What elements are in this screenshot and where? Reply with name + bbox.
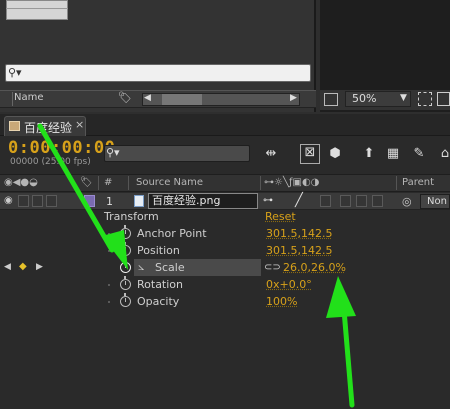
search-icon[interactable]: ⚲▾ <box>106 146 120 159</box>
layer-number: 1 <box>106 195 113 208</box>
opacity-label: Opacity <box>137 295 180 308</box>
tree-dot <box>108 250 110 252</box>
grid-guide-icon[interactable] <box>437 92 450 106</box>
magnification-icon[interactable] <box>324 93 338 106</box>
current-time-display[interactable]: 0:00:00:00 <box>8 138 115 158</box>
label-icon: 🏷 <box>80 177 93 188</box>
frame-blend-switch[interactable] <box>340 195 351 207</box>
rotation-label: Rotation <box>137 278 184 291</box>
transform-group-label[interactable]: Transform <box>104 210 159 223</box>
mini-flowchart-icon[interactable]: ⇹ <box>262 146 280 162</box>
column-divider <box>260 176 261 190</box>
stopwatch-icon[interactable] <box>120 225 131 239</box>
column-divider <box>98 176 99 190</box>
next-keyframe-icon[interactable]: ▶ <box>36 262 43 272</box>
motion-blur-icon[interactable]: ▦ <box>384 146 402 162</box>
number-column-header[interactable]: # <box>104 177 112 188</box>
position-value[interactable]: 301.5,142.5 <box>266 244 332 257</box>
column-divider <box>396 176 397 190</box>
collapse-switch-icon[interactable]: ⊶ <box>263 195 273 206</box>
tab-label: 百度经验 <box>24 121 73 135</box>
anchor-point-label: Anchor Point <box>137 227 207 240</box>
name-column-header[interactable]: Name <box>14 92 44 103</box>
frame-info: 00000 (25.00 fps) <box>10 157 91 167</box>
scale-label: Scale <box>155 261 185 274</box>
stopwatch-icon[interactable] <box>120 293 131 307</box>
frame-blending-icon[interactable]: ⬆ <box>360 146 378 162</box>
parent-select[interactable]: Non <box>420 194 450 209</box>
scale-value[interactable]: 26.0,26.0% <box>283 261 346 274</box>
image-file-icon <box>134 195 144 207</box>
eye-icon[interactable]: ◉ <box>4 195 13 206</box>
scrollbar-thumb[interactable] <box>162 94 202 105</box>
scale-row-highlight <box>134 259 261 276</box>
constrain-proportions-icon[interactable]: ⊂⊃ <box>264 262 281 273</box>
quality-switch-icon[interactable]: ╱ <box>295 193 303 208</box>
brainstorm-icon[interactable]: ✎ <box>410 146 428 162</box>
anchor-point-value[interactable]: 301.5,142.5 <box>266 227 332 240</box>
stopwatch-icon[interactable] <box>120 276 131 290</box>
rotation-value[interactable]: 0x+0.0° <box>266 278 312 291</box>
effect-switch[interactable] <box>320 195 331 207</box>
project-search-input[interactable] <box>5 64 311 82</box>
switches-icons: ⊶☼╲ƒ▣◐◑ <box>264 177 320 188</box>
region-of-interest-icon[interactable] <box>418 92 432 106</box>
tree-dot <box>108 284 110 286</box>
label-color-swatch[interactable] <box>84 195 95 207</box>
adjustment-switch[interactable] <box>372 195 383 207</box>
scroll-left-icon[interactable]: ◀ <box>144 93 151 103</box>
close-icon[interactable]: × <box>75 118 84 131</box>
label-tag-icon[interactable]: 🏷 <box>118 91 134 105</box>
project-thumbnail-line <box>6 8 68 9</box>
solo-toggle[interactable] <box>32 195 43 207</box>
transform-reset-link[interactable]: Reset <box>265 210 296 223</box>
draft-3d-icon[interactable]: ⊠ <box>300 144 320 164</box>
chevron-down-icon[interactable]: ▼ <box>400 93 407 103</box>
stopwatch-icon[interactable] <box>120 259 131 273</box>
shy-layers-icon[interactable]: ⬢ <box>326 146 344 162</box>
stopwatch-icon[interactable] <box>120 242 131 256</box>
motion-blur-switch[interactable] <box>356 195 367 207</box>
graph-editor-icon[interactable]: ⌂ <box>436 146 450 162</box>
tree-dot <box>108 301 110 303</box>
timeline-search-input[interactable] <box>104 145 250 162</box>
search-icon[interactable]: ⚲▾ <box>8 66 28 80</box>
pick-whip-icon[interactable]: ◎ <box>402 195 412 208</box>
scroll-right-icon[interactable]: ▶ <box>290 93 297 103</box>
opacity-value[interactable]: 100% <box>266 295 297 308</box>
av-features-icons: ◉◀●◒ <box>4 177 38 188</box>
project-thumbnail <box>6 0 68 20</box>
audio-toggle[interactable] <box>18 195 29 207</box>
composition-icon <box>9 121 20 131</box>
layer-column-header <box>0 174 450 192</box>
add-keyframe-icon[interactable]: ◆ <box>19 261 27 272</box>
prev-keyframe-icon[interactable]: ◀ <box>4 262 11 272</box>
position-label: Position <box>137 244 180 257</box>
tree-dot <box>108 233 110 235</box>
lock-toggle[interactable] <box>46 195 57 207</box>
column-divider <box>128 176 129 190</box>
source-name-column-header[interactable]: Source Name <box>136 177 203 188</box>
layer-name[interactable]: 百度经验.png <box>148 193 258 209</box>
parent-column-header[interactable]: Parent <box>402 177 434 188</box>
column-divider <box>12 92 13 106</box>
graph-icon[interactable]: ⦣ <box>138 260 144 274</box>
